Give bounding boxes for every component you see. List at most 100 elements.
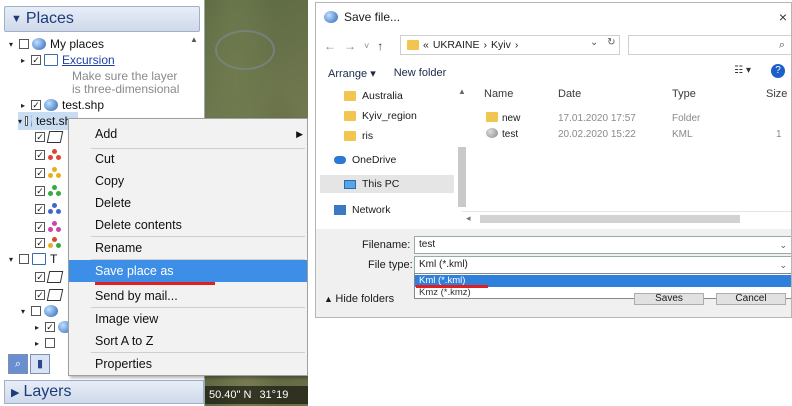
checkbox[interactable]: ✓	[35, 290, 45, 300]
checkbox[interactable]: ✓	[35, 272, 45, 282]
placemarks-icon	[48, 237, 62, 249]
menu-item-send-by-mail[interactable]: Send by mail...	[69, 285, 307, 307]
scroll-up-icon[interactable]: ▲	[456, 87, 468, 96]
checkbox[interactable]: ✓	[35, 204, 45, 214]
filetype-select[interactable]: Kml (*.kml) ⌄	[414, 256, 791, 274]
breadcrumb-kyiv[interactable]: Kyiv	[491, 39, 511, 51]
checkbox[interactable]	[25, 116, 28, 126]
tree-item-temporary[interactable]: ▾ T	[6, 250, 57, 268]
highlight-underline	[416, 285, 488, 288]
checkbox[interactable]: ✓	[31, 100, 41, 110]
column-header-type[interactable]: Type	[672, 88, 696, 100]
checkbox[interactable]	[19, 39, 29, 49]
expand-icon[interactable]: ▾	[18, 307, 28, 316]
recent-locations-icon[interactable]: ˅	[364, 41, 369, 51]
menu-item-image-view[interactable]: Image view	[69, 308, 307, 330]
scrollbar-thumb[interactable]	[458, 147, 466, 207]
checkbox[interactable]	[31, 306, 41, 316]
tree-child[interactable]: ✓	[32, 200, 66, 218]
horizontal-scrollbar[interactable]: ◂	[462, 211, 791, 225]
search-icon[interactable]: ⌕	[8, 354, 28, 374]
expand-icon[interactable]: ▾	[6, 255, 16, 264]
breadcrumb-ukraine[interactable]: UKRAINE	[433, 39, 480, 51]
menu-item-cut[interactable]: Cut	[69, 148, 307, 170]
checkbox[interactable]: ✓	[35, 186, 45, 196]
expand-icon[interactable]: ▸	[32, 339, 42, 348]
checkbox[interactable]: ✓	[35, 132, 45, 142]
chevron-down-icon[interactable]: ⌄	[779, 257, 787, 273]
expand-icon[interactable]: ▾	[18, 117, 22, 126]
close-icon[interactable]: ×	[779, 9, 787, 25]
dropdown-icon[interactable]: ⌄	[590, 37, 598, 48]
checkbox[interactable]	[45, 338, 55, 348]
dialog-titlebar[interactable]: Save file...	[316, 3, 791, 31]
hide-folders-toggle[interactable]: ▲ Hide folders	[324, 293, 394, 305]
tree-child[interactable]: ✓	[32, 268, 66, 286]
checkbox[interactable]: ✓	[35, 168, 45, 178]
folder-icon	[32, 253, 46, 265]
filename-input[interactable]: test ⌄	[414, 236, 791, 254]
tree-child[interactable]: ▸	[32, 334, 58, 352]
menu-item-delete-contents[interactable]: Delete contents	[69, 214, 307, 236]
new-folder-button[interactable]: New folder	[394, 67, 447, 79]
scrollbar-thumb[interactable]	[480, 215, 740, 223]
checkbox[interactable]	[19, 254, 29, 264]
nav-item-onedrive[interactable]: OneDrive	[334, 151, 396, 169]
file-row[interactable]: new 17.01.2020 17:57 Folder	[476, 111, 791, 127]
expand-icon[interactable]: ▸	[18, 101, 28, 110]
tree-child[interactable]: ✓	[32, 182, 66, 200]
nav-item-ris[interactable]: ris	[344, 127, 373, 145]
search-input[interactable]: ⌕	[628, 35, 791, 55]
menu-item-copy[interactable]: Copy	[69, 170, 307, 192]
chevron-down-icon[interactable]: ⌄	[779, 237, 787, 253]
help-icon[interactable]: ?	[771, 64, 785, 78]
menu-item-delete[interactable]: Delete	[69, 192, 307, 214]
tree-child[interactable]: ✓	[32, 164, 66, 182]
forward-arrow-icon[interactable]: →	[344, 39, 356, 53]
view-options-icon[interactable]: ☷ ▾	[734, 65, 751, 76]
collapse-arrow-icon[interactable]: ▼	[11, 13, 22, 25]
up-arrow-icon[interactable]: ↑	[377, 39, 383, 53]
breadcrumb-separator: ›	[514, 39, 519, 51]
menu-item-save-place-as[interactable]: Save place as	[69, 260, 307, 282]
nav-item-this-pc[interactable]: This PC	[320, 175, 454, 193]
menu-item-sort-a-to-z[interactable]: Sort A to Z	[69, 330, 307, 352]
checkbox[interactable]: ✓	[45, 322, 55, 332]
panel-toggle-icon[interactable]: ▮	[30, 354, 50, 374]
expand-icon[interactable]: ▸	[18, 56, 28, 65]
filename-label: Filename:	[362, 239, 411, 251]
checkbox[interactable]: ✓	[35, 222, 45, 232]
expand-arrow-icon[interactable]: ▶	[11, 386, 19, 399]
scroll-up-icon[interactable]: ▲	[188, 35, 200, 45]
save-button[interactable]: Saves	[634, 293, 704, 305]
file-row[interactable]: test 20.02.2020 15:22 KML 1	[476, 127, 791, 143]
checkbox[interactable]: ✓	[35, 238, 45, 248]
nav-item-kyiv-region[interactable]: Kyiv_region	[344, 107, 417, 125]
expand-icon[interactable]: ▾	[6, 40, 16, 49]
checkbox[interactable]: ✓	[31, 55, 41, 65]
file-list: Name Date Type Size new 17.01.2020 17:57…	[476, 85, 791, 227]
expand-icon[interactable]: ▸	[32, 323, 42, 332]
column-header-name[interactable]: Name	[484, 88, 513, 100]
places-header[interactable]: ▼ Places	[4, 6, 200, 32]
arrange-button[interactable]: Arrange ▾	[328, 67, 376, 80]
cancel-button[interactable]: Cancel	[716, 293, 786, 305]
nav-scrollbar[interactable]: ▲	[456, 87, 468, 227]
layers-header[interactable]: ▶ Layers	[4, 380, 204, 404]
address-bar[interactable]: « UKRAINE › Kyiv ›	[400, 35, 620, 55]
tree-child[interactable]: ✓	[32, 146, 66, 164]
refresh-icon[interactable]: ↻	[607, 37, 615, 48]
column-header-size[interactable]: Size	[766, 88, 787, 100]
nav-item-australia[interactable]: Australia	[344, 87, 403, 105]
folder-icon	[344, 111, 356, 121]
nav-item-label: OneDrive	[352, 154, 397, 166]
menu-item-add[interactable]: Add ▶	[69, 123, 307, 145]
menu-item-rename[interactable]: Rename	[69, 237, 307, 259]
checkbox[interactable]: ✓	[35, 150, 45, 160]
scroll-left-icon[interactable]: ◂	[466, 213, 471, 224]
column-header-date[interactable]: Date	[558, 88, 581, 100]
nav-item-network[interactable]: Network	[334, 201, 391, 219]
tree-child[interactable]: ✓	[32, 128, 66, 146]
menu-item-properties[interactable]: Properties	[69, 353, 307, 375]
back-arrow-icon[interactable]: ←	[324, 39, 336, 53]
